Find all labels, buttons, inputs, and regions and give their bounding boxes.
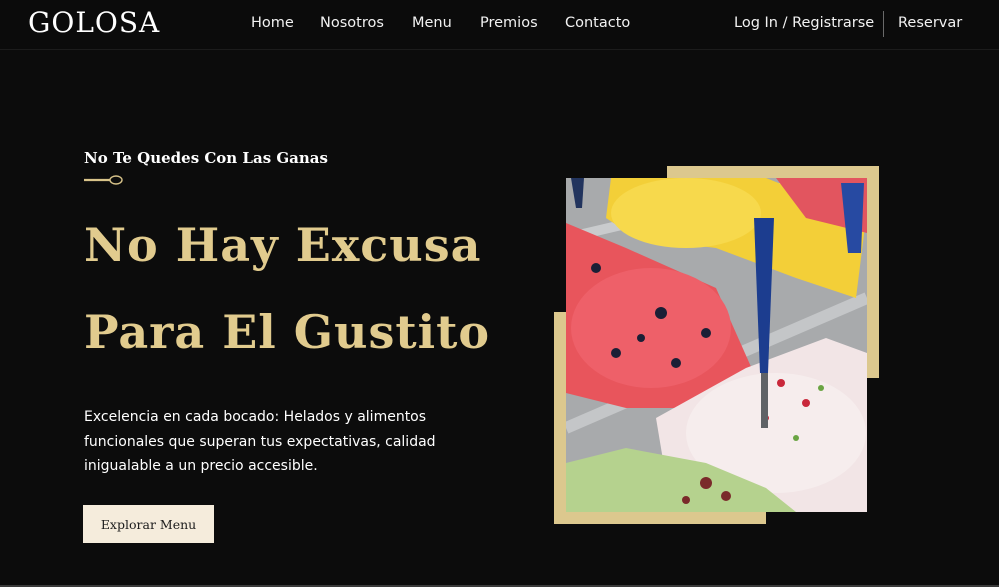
reserve-link[interactable]: Reservar — [898, 15, 962, 31]
nav-contacto[interactable]: Contacto — [565, 15, 630, 31]
nav-menu[interactable]: Menu — [412, 15, 452, 31]
spoon-icon — [84, 175, 123, 185]
hero-eyebrow: No Te Quedes Con Las Ganas — [84, 149, 328, 167]
brand-logo[interactable]: GOLOSA — [28, 6, 160, 39]
nav-home[interactable]: Home — [251, 15, 294, 31]
hero-title-line-1: No Hay Excusa — [84, 218, 482, 272]
nav-premios[interactable]: Premios — [480, 15, 538, 31]
nav-nosotros[interactable]: Nosotros — [320, 15, 384, 31]
hero-description: Excelencia en cada bocado: Helados y ali… — [84, 409, 436, 474]
gelato-display-image — [566, 178, 867, 512]
nav-divider — [883, 11, 884, 37]
login-register-link[interactable]: Log In / Registrarse — [734, 15, 874, 31]
explore-menu-button[interactable]: Explorar Menu — [83, 505, 214, 543]
top-navbar: GOLOSA Home Nosotros Menu Premios Contac… — [0, 0, 999, 50]
hero-title-line-2: Para El Gustito — [84, 305, 491, 359]
